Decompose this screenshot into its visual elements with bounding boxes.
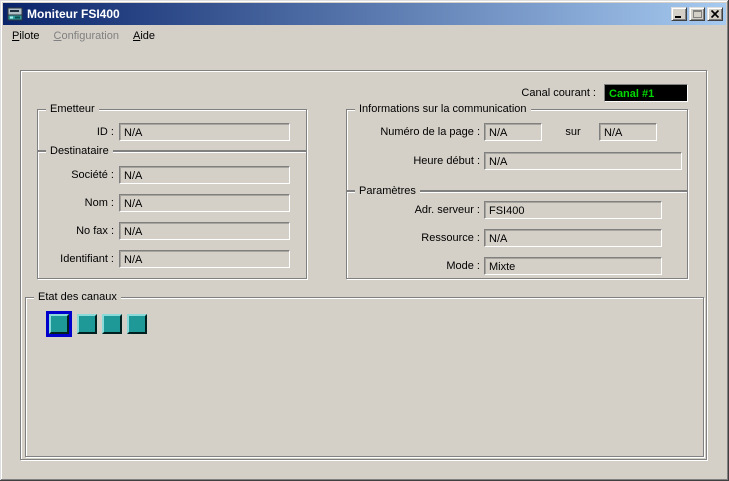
group-etat-canaux: Etat des canaux xyxy=(25,290,704,457)
societe-field[interactable]: N/A xyxy=(119,166,290,184)
societe-label: Société : xyxy=(71,169,114,181)
canal-courant-label: Canal courant : xyxy=(521,87,596,99)
channel-led-icon xyxy=(49,314,69,334)
field-row: ID : N/A xyxy=(38,123,306,141)
nofax-label: No fax : xyxy=(76,225,114,237)
app-icon xyxy=(7,7,23,21)
heure-debut-label: Heure début : xyxy=(413,155,480,167)
maximize-icon xyxy=(693,10,702,18)
page-number-label: Numéro de la page : xyxy=(380,126,480,138)
heure-debut-field[interactable]: N/A xyxy=(484,152,682,170)
adr-serveur-label: Adr. serveur : xyxy=(414,204,480,216)
mode-label: Mode : xyxy=(446,260,480,272)
field-row: Heure début : N/A xyxy=(347,152,687,170)
field-row: No fax : N/A xyxy=(38,222,306,240)
identifiant-field[interactable]: N/A xyxy=(119,250,290,268)
id-label: ID : xyxy=(96,126,114,138)
adr-serveur-field[interactable]: FSI400 xyxy=(484,201,662,219)
menu-configuration[interactable]: Configuration xyxy=(47,27,126,45)
group-title-informations: Informations sur la communication xyxy=(355,102,531,116)
field-row: Adr. serveur : FSI400 xyxy=(347,201,687,219)
page-total-field[interactable]: N/A xyxy=(599,123,657,141)
field-row: Numéro de la page : N/A sur N/A xyxy=(347,123,687,141)
canal-courant-row: Canal courant : Canal #1 xyxy=(521,84,688,102)
close-button[interactable] xyxy=(707,7,723,21)
minimize-button[interactable] xyxy=(671,7,687,21)
channel-indicator-1-selected[interactable] xyxy=(46,311,72,337)
group-title-parametres: Paramètres xyxy=(355,184,420,198)
main-panel: Canal courant : Canal #1 Emetteur ID : N/… xyxy=(20,70,707,460)
maximize-button[interactable] xyxy=(689,7,705,21)
field-row: Identifiant : N/A xyxy=(38,250,306,268)
field-row: Société : N/A xyxy=(38,166,306,184)
page-number-field[interactable]: N/A xyxy=(484,123,542,141)
channel-indicators xyxy=(46,311,147,337)
id-field[interactable]: N/A xyxy=(119,123,290,141)
nofax-field[interactable]: N/A xyxy=(119,222,290,240)
channel-indicator-2[interactable] xyxy=(77,314,97,334)
group-title-destinataire: Destinataire xyxy=(46,144,113,158)
identifiant-label: Identifiant : xyxy=(60,253,114,265)
menu-aide[interactable]: Aide xyxy=(126,27,162,45)
channel-indicator-3[interactable] xyxy=(102,314,122,334)
field-row: Ressource : N/A xyxy=(347,229,687,247)
minimize-icon xyxy=(675,16,681,18)
group-destinataire: Destinataire Société : N/A Nom : N/A No … xyxy=(37,144,307,279)
canal-courant-field: Canal #1 xyxy=(604,84,688,102)
app-window: Moniteur FSI400 Pilote Configuration Aid… xyxy=(0,0,729,481)
nom-label: Nom : xyxy=(84,197,114,209)
field-row: Mode : Mixte xyxy=(347,257,687,275)
mode-field[interactable]: Mixte xyxy=(484,257,662,275)
group-title-etat-canaux: Etat des canaux xyxy=(34,290,121,304)
menu-pilote[interactable]: Pilote xyxy=(5,27,47,45)
nom-field[interactable]: N/A xyxy=(119,194,290,212)
page-sur-label: sur xyxy=(565,126,581,138)
ressource-field[interactable]: N/A xyxy=(484,229,662,247)
group-parametres: Paramètres Adr. serveur : FSI400 Ressour… xyxy=(346,184,688,279)
ressource-label: Ressource : xyxy=(421,232,480,244)
group-informations: Informations sur la communication Numéro… xyxy=(346,102,688,191)
titlebar[interactable]: Moniteur FSI400 xyxy=(3,3,726,25)
group-title-emetteur: Emetteur xyxy=(46,102,99,116)
channel-indicator-4[interactable] xyxy=(127,314,147,334)
close-icon xyxy=(710,9,720,19)
menubar: Pilote Configuration Aide xyxy=(4,25,725,46)
field-row: Nom : N/A xyxy=(38,194,306,212)
window-title: Moniteur FSI400 xyxy=(27,7,120,21)
